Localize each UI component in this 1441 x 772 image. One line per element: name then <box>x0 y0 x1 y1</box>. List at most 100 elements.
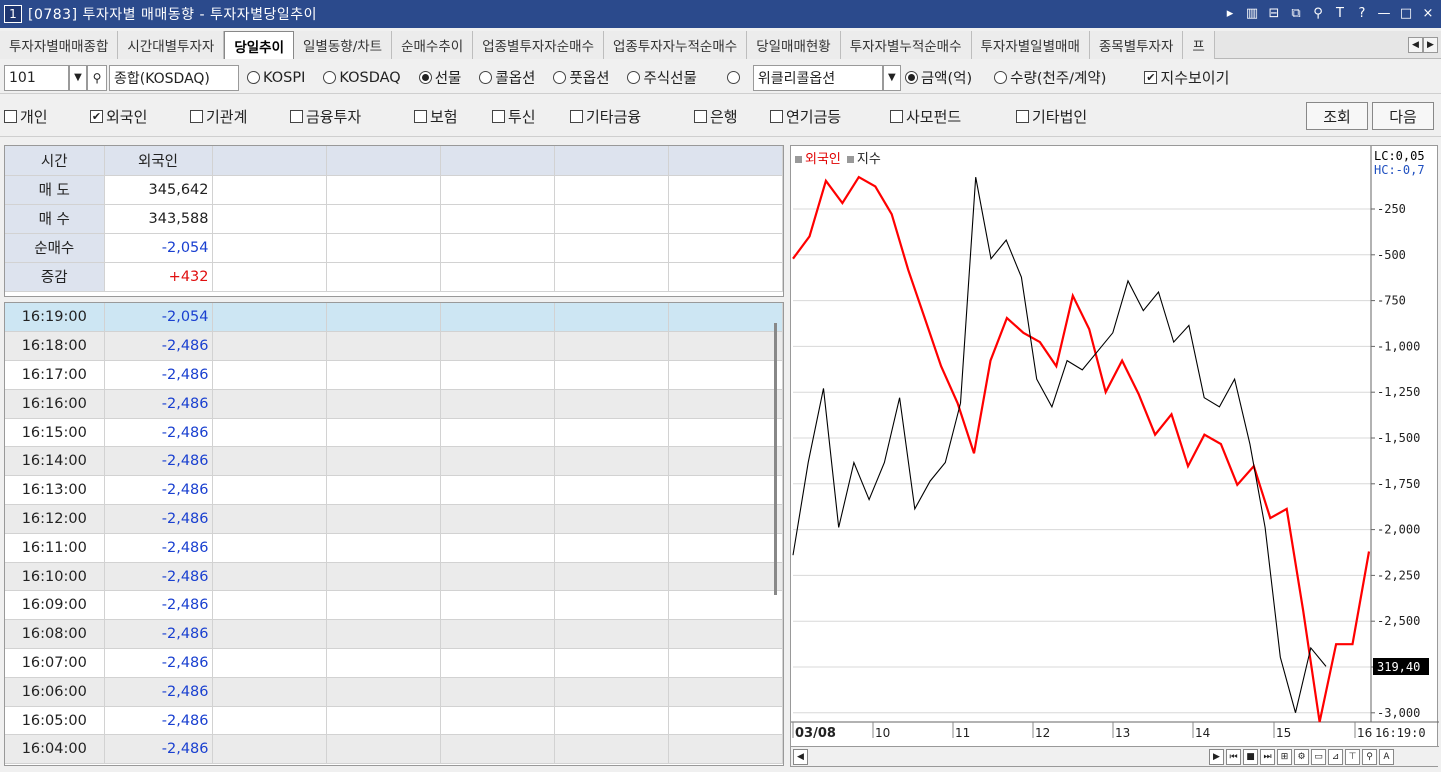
summary-empty-cell <box>440 233 555 263</box>
radio-dot <box>904 71 918 84</box>
radio-label: 수량(천주/계약) <box>1010 71 1107 87</box>
list-row[interactable]: 16:09:00 -2,486 <box>5 590 783 621</box>
list-row[interactable]: 16:19:00 -2,054 <box>5 303 783 333</box>
list-row[interactable]: 16:08:00 -2,486 <box>5 619 783 650</box>
chart-first-icon[interactable]: ⏮ <box>1226 749 1241 765</box>
radio-radios1-5[interactable]: 주식선물 <box>627 67 697 88</box>
list-row[interactable]: 16:12:00 -2,486 <box>5 504 783 534</box>
investor-checkbox-0[interactable]: 개인 <box>4 106 90 127</box>
tab-4[interactable]: 순매수추이 <box>392 31 474 59</box>
list-row[interactable]: 16:11:00 -2,486 <box>5 533 783 563</box>
list-value: -2,486 <box>104 677 213 707</box>
chart-settings-icon[interactable]: ⚙ <box>1294 749 1309 765</box>
summary-header-cell <box>554 146 669 176</box>
list-row[interactable]: 16:16:00 -2,486 <box>5 389 783 419</box>
next-button[interactable]: 다음 <box>1372 102 1434 130</box>
maximize-icon[interactable]: □ <box>1397 3 1415 23</box>
chart-window-icon[interactable]: ▭ <box>1311 749 1326 765</box>
tab-0[interactable]: 투자자별매매종합 <box>0 31 119 59</box>
chart-last-icon[interactable]: ⏭ <box>1260 749 1275 765</box>
investor-checkbox-2[interactable]: 기관계 <box>190 106 290 127</box>
list-row[interactable]: 16:17:00 -2,486 <box>5 360 783 390</box>
list-empty-cell <box>212 303 327 333</box>
code-input[interactable]: 101 <box>4 64 69 91</box>
investor-checkbox-7[interactable]: 은행 <box>694 106 770 127</box>
investor-checkbox-6[interactable]: 기타금융 <box>570 106 694 127</box>
list-row[interactable]: 16:10:00 -2,486 <box>5 562 783 592</box>
cascade-icon[interactable]: ⧉ <box>1287 3 1305 23</box>
list-row[interactable]: 16:18:00 -2,486 <box>5 331 783 362</box>
query-button[interactable]: 조회 <box>1306 102 1368 130</box>
legend-index-marker <box>846 156 854 163</box>
code-dropdown-icon[interactable]: ▼ <box>69 64 87 91</box>
tab-9[interactable]: 투자자별일별매매 <box>971 31 1090 59</box>
market-select[interactable]: 종합(KOSDAQ) <box>109 64 239 91</box>
investor-checkbox-9[interactable]: 사모펀드 <box>890 106 1016 127</box>
radio-radios1-0[interactable]: KOSPI <box>247 67 305 88</box>
chart-zoom-icon[interactable]: ⚲ <box>1362 749 1377 765</box>
list-row[interactable]: 16:04:00 -2,486 <box>5 734 783 765</box>
tab-scroll-right-icon[interactable]: ▶ <box>1423 37 1438 53</box>
tile-icon[interactable]: ⊟ <box>1265 3 1283 23</box>
investor-checkbox-8[interactable]: 연기금등 <box>770 106 890 127</box>
tab-3[interactable]: 일별동향/차트 <box>294 31 393 59</box>
tab-10[interactable]: 종목별투자자 <box>1089 31 1184 59</box>
time-list-table[interactable]: 16:19:00 -2,054 16:18:00 -2,486 16:17:00 -2,4… <box>4 302 784 766</box>
tab-scroll-left-icon[interactable]: ◀ <box>1408 37 1423 53</box>
x-tick-label: 03/08 <box>795 726 836 741</box>
list-empty-cell <box>668 446 783 477</box>
tab-6[interactable]: 업종투자자누적순매수 <box>603 31 748 59</box>
pin-icon[interactable]: ⚲ <box>1309 3 1327 23</box>
chart-scroll-left-icon[interactable]: ◀ <box>793 749 808 765</box>
chart-stop-icon[interactable]: ■ <box>1243 749 1258 765</box>
investor-checkbox-1[interactable]: ✔ 외국인 <box>90 106 190 127</box>
radio-radios2-1[interactable]: 수량(천주/계약) <box>994 67 1106 88</box>
list-row[interactable]: 16:15:00 -2,486 <box>5 418 783 448</box>
list-empty-cell <box>212 475 327 506</box>
list-empty-cell <box>326 734 441 765</box>
legend-foreign: 외국인 <box>795 148 841 167</box>
investor-checkbox-5[interactable]: 투신 <box>492 106 570 127</box>
list-row[interactable]: 16:07:00 -2,486 <box>5 648 783 678</box>
radio-radios1-4[interactable]: 풋옵션 <box>553 67 609 88</box>
radio-radios1-2[interactable]: 선물 <box>418 67 461 88</box>
chart-line-icon[interactable]: ⊿ <box>1328 749 1343 765</box>
close-icon[interactable]: × <box>1419 3 1437 23</box>
weekly-dropdown-icon[interactable]: ▼ <box>882 64 901 91</box>
list-row[interactable]: 16:05:00 -2,486 <box>5 706 783 736</box>
radio-radios1-1[interactable]: KOSDAQ <box>323 67 401 88</box>
chart-crosshair-icon[interactable]: ⊞ <box>1277 749 1292 765</box>
list-row[interactable]: 16:13:00 -2,486 <box>5 475 783 506</box>
investor-checkbox-4[interactable]: 보험 <box>414 106 492 127</box>
list-time: 16:07:00 <box>5 648 105 678</box>
view-icon[interactable]: ▥ <box>1243 3 1261 23</box>
radio-radios1-3[interactable]: 콜옵션 <box>479 67 535 88</box>
show-index-checkbox[interactable]: ✔ 지수보이기 <box>1144 67 1229 88</box>
chart-text-icon[interactable]: A <box>1379 749 1394 765</box>
list-row[interactable]: 16:14:00 -2,486 <box>5 446 783 477</box>
list-time: 16:17:00 <box>5 360 105 390</box>
tab-5[interactable]: 업종별투자자순매수 <box>473 31 604 59</box>
tab-11[interactable]: 프 <box>1183 31 1215 59</box>
investor-checkbox-3[interactable]: 금융투자 <box>290 106 414 127</box>
help-icon[interactable]: ? <box>1353 3 1371 23</box>
minimize-icon[interactable]: — <box>1375 3 1393 23</box>
list-empty-cell <box>554 475 669 506</box>
chart-svg: -250 -500 -750 -1,000 -1,250 -1,500 -1,750 -2,0… <box>791 146 1439 741</box>
list-row[interactable]: 16:06:00 -2,486 <box>5 677 783 707</box>
investor-checkbox-10[interactable]: 기타법인 <box>1016 106 1126 127</box>
tab-8[interactable]: 투자자별누적순매수 <box>840 31 972 59</box>
chart-scroll-right-icon[interactable]: ▶ <box>1209 749 1224 765</box>
tab-7[interactable]: 당일매매현황 <box>747 31 841 59</box>
weekly-radio[interactable] <box>726 71 743 84</box>
tab-2[interactable]: 당일추이 <box>224 31 295 59</box>
series-line-index <box>792 176 1327 713</box>
text-icon[interactable]: T <box>1331 3 1349 23</box>
tab-1[interactable]: 시간대별투자자 <box>118 31 225 59</box>
radio-radios2-0[interactable]: 금액(억) <box>904 67 972 88</box>
chart-trend-icon[interactable]: ⊤ <box>1345 749 1360 765</box>
search-icon[interactable]: ⚲ <box>87 64 107 91</box>
list-scrollbar[interactable] <box>774 323 777 595</box>
arrow-icon[interactable]: ▸ <box>1221 3 1239 23</box>
weekly-select[interactable]: 위클리콜옵션 <box>752 64 883 91</box>
